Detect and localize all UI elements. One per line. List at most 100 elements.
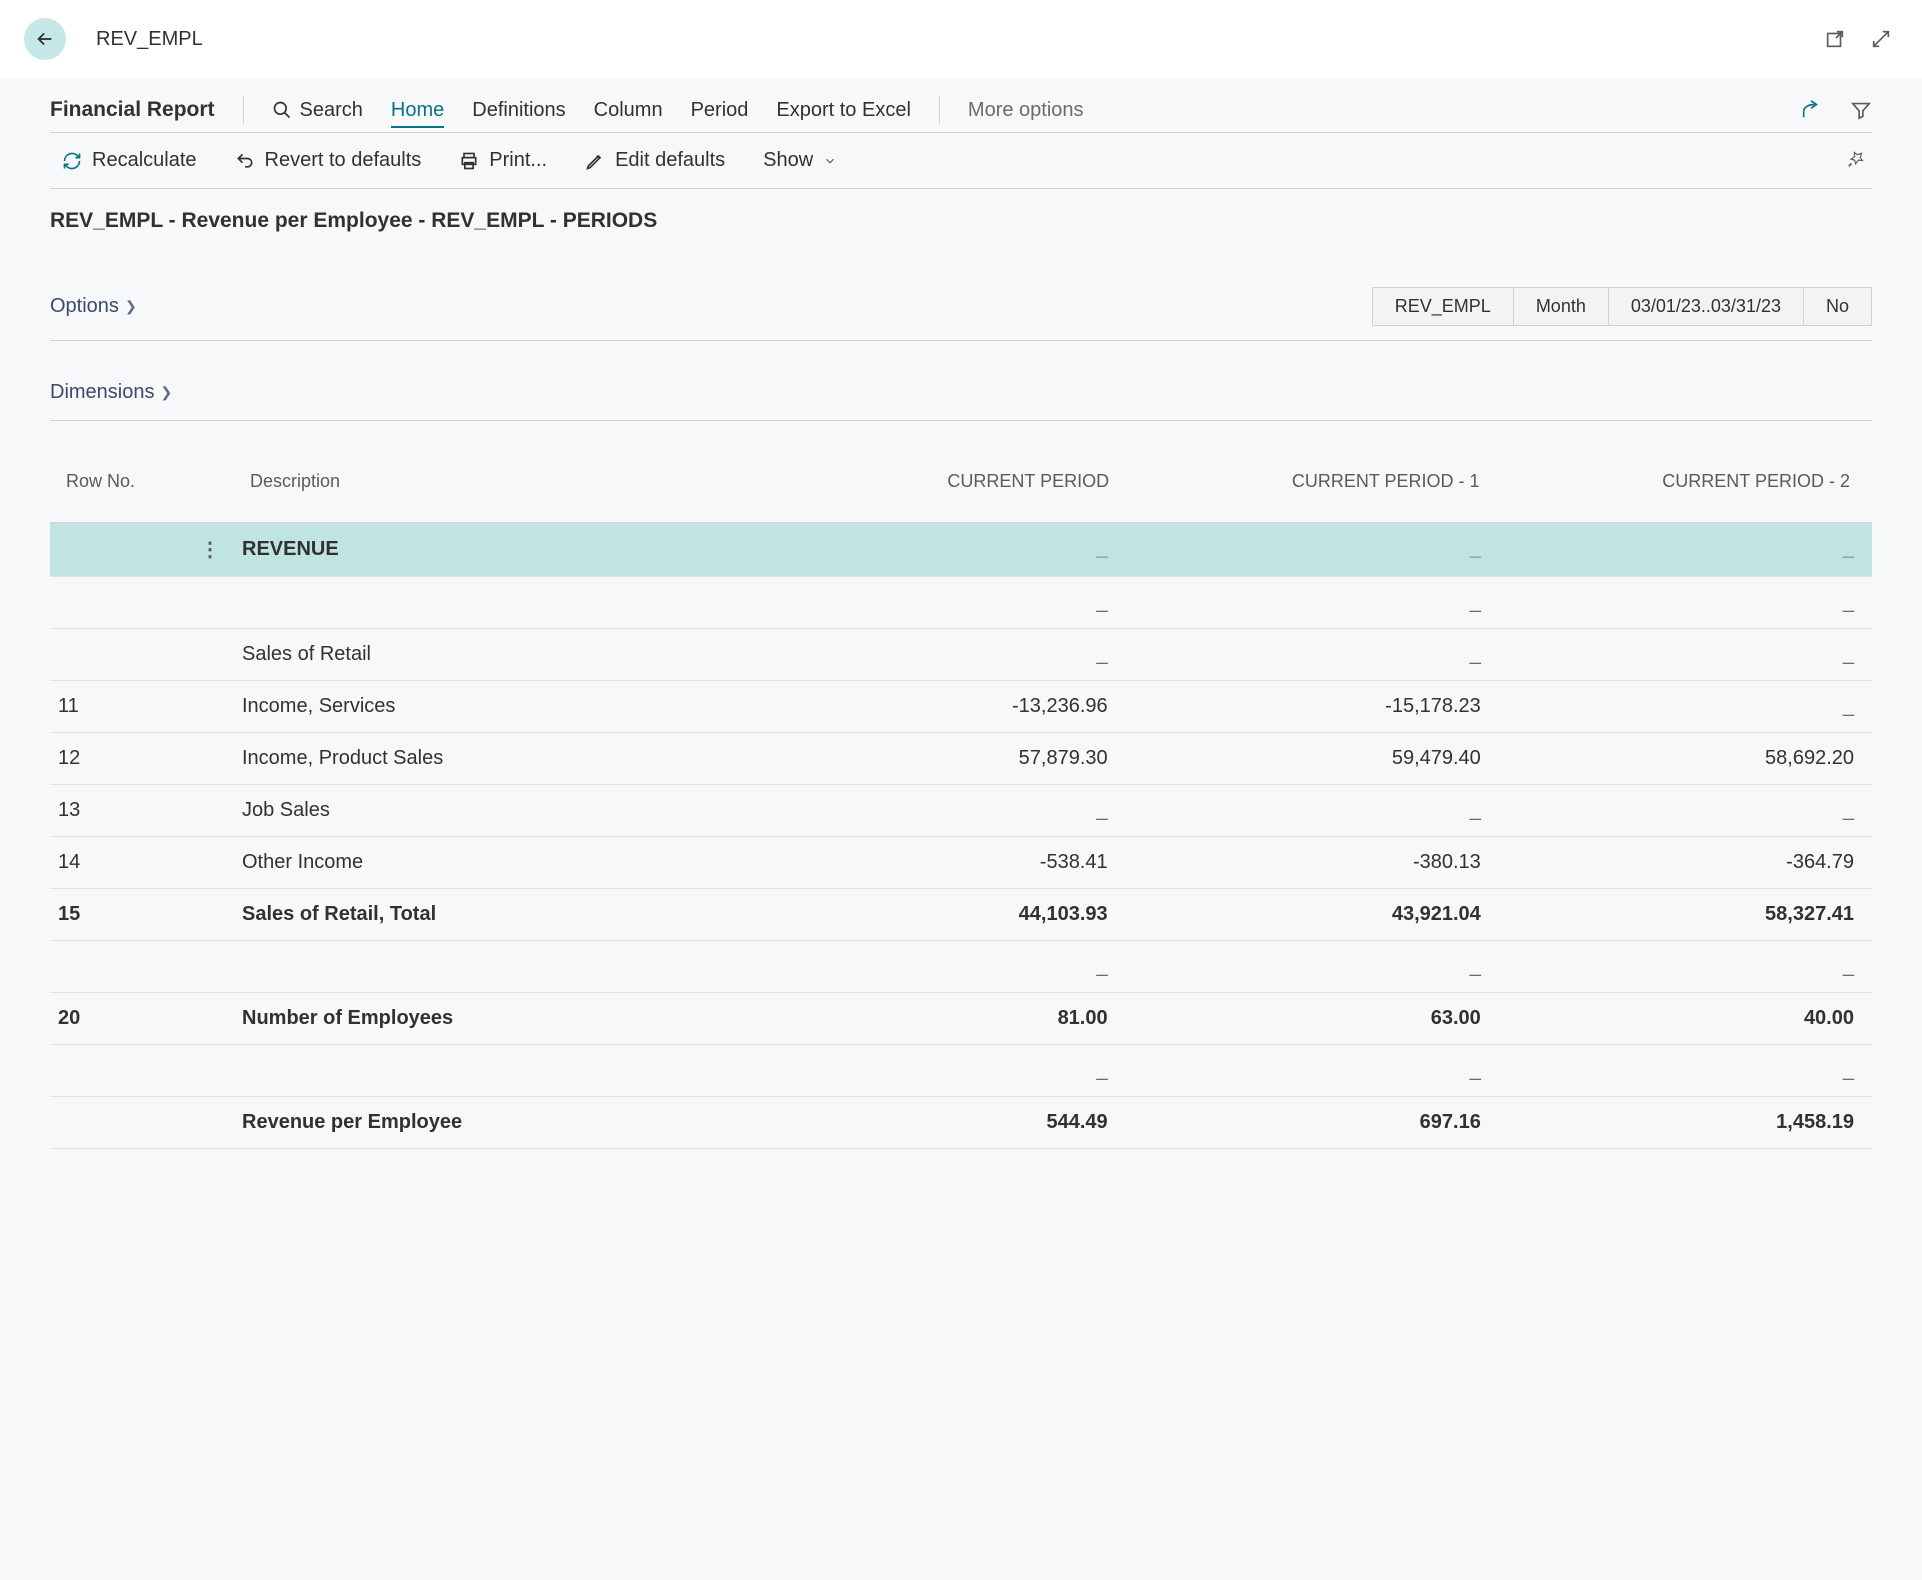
cell-current-period-2: _ [1499,1047,1872,1094]
print-button[interactable]: Print... [459,149,547,172]
col-rowno[interactable]: Row No. [58,459,198,504]
more-options-action[interactable]: More options [968,99,1084,122]
table-row[interactable]: Revenue per Employee544.49697.161,458.19 [50,1097,1872,1149]
cell-rowno [50,1111,190,1135]
cell-current-period-2: _ [1499,526,1872,573]
refresh-icon [62,151,82,171]
cell-current-period-1: _ [1126,1047,1499,1094]
cell-current-period-2: _ [1499,579,1872,626]
cell-current-period: 57,879.30 [752,735,1125,782]
cell-rowno [50,1059,190,1083]
cell-current-period-1: -15,178.23 [1126,683,1499,730]
row-menu-icon[interactable]: ⋮ [190,525,230,574]
cell-current-period-2: _ [1499,631,1872,678]
cell-description: Sales of Retail, Total [230,891,752,938]
col-current-period-1[interactable]: CURRENT PERIOD - 1 [1127,459,1497,504]
show-dropdown[interactable]: Show [763,149,837,172]
options-toggle[interactable]: Options ❯ [50,295,137,318]
table-row[interactable]: ⋮REVENUE___ [50,523,1872,577]
options-pill-period-type[interactable]: Month [1514,287,1609,326]
cell-description: Number of Employees [230,995,752,1042]
cell-current-period-1: _ [1126,579,1499,626]
revert-button[interactable]: Revert to defaults [235,149,422,172]
filter-icon[interactable] [1850,99,1872,121]
share-icon[interactable] [1800,99,1822,121]
cell-description: Income, Services [230,683,752,730]
table-row[interactable]: 12Income, Product Sales57,879.3059,479.4… [50,733,1872,785]
table-row[interactable]: ___ [50,577,1872,629]
cell-current-period-2: _ [1499,787,1872,834]
cell-description: Sales of Retail [230,631,752,678]
table-row[interactable]: Sales of Retail___ [50,629,1872,681]
row-menu-icon [190,1007,230,1031]
cell-rowno [50,591,190,615]
undo-icon [235,151,255,171]
row-menu-icon [190,695,230,719]
popout-icon[interactable] [1824,28,1846,50]
cell-current-period: 544.49 [752,1099,1125,1146]
tab-definitions[interactable]: Definitions [472,99,565,122]
cell-rowno [50,955,190,979]
row-menu-icon [190,747,230,771]
cell-description: Job Sales [230,787,752,834]
cell-current-period-1: _ [1126,787,1499,834]
expand-icon[interactable] [1870,28,1892,50]
col-current-period-2[interactable]: CURRENT PERIOD - 2 [1498,459,1868,504]
cell-description: REVENUE [230,526,752,573]
tab-period[interactable]: Period [691,99,749,122]
cell-rowno: 13 [50,787,190,834]
cell-current-period-2: 58,327.41 [1499,891,1872,938]
cell-rowno: 20 [50,995,190,1042]
edit-defaults-button[interactable]: Edit defaults [585,149,725,172]
options-pill-flag[interactable]: No [1804,287,1872,326]
page-title: REV_EMPL [96,28,203,51]
cell-current-period: -538.41 [752,839,1125,886]
chevron-right-icon: ❯ [125,298,137,315]
table-row[interactable]: 15Sales of Retail, Total44,103.9343,921.… [50,889,1872,941]
search-action[interactable]: Search [272,99,363,122]
table-row[interactable]: 13Job Sales___ [50,785,1872,837]
cell-current-period: _ [752,526,1125,573]
table-row[interactable]: 11Income, Services-13,236.96-15,178.23_ [50,681,1872,733]
options-panel: Options ❯ REV_EMPL Month 03/01/23..03/31… [50,273,1872,341]
table-header: Row No. Description CURRENT PERIOD CURRE… [50,449,1872,523]
report-subtitle: REV_EMPL - Revenue per Employee - REV_EM… [50,189,1872,243]
cell-current-period: _ [752,943,1125,990]
separator [243,96,244,124]
row-menu-icon [190,851,230,875]
title-bar: REV_EMPL [0,0,1922,78]
options-pill-date-range[interactable]: 03/01/23..03/31/23 [1609,287,1804,326]
search-icon [272,100,292,120]
search-label: Search [300,99,363,122]
tab-column[interactable]: Column [594,99,663,122]
report-table: Row No. Description CURRENT PERIOD CURRE… [50,449,1872,1149]
col-description[interactable]: Description [238,459,757,504]
cell-rowno [50,538,190,562]
cell-description: Income, Product Sales [230,735,752,782]
cell-current-period: _ [752,579,1125,626]
cell-current-period-2: -364.79 [1499,839,1872,886]
tab-home[interactable]: Home [391,99,444,128]
cell-current-period: 44,103.93 [752,891,1125,938]
table-row[interactable]: ___ [50,941,1872,993]
cell-rowno: 14 [50,839,190,886]
row-menu-icon [190,1059,230,1083]
options-pill-code[interactable]: REV_EMPL [1372,287,1514,326]
row-menu-icon [190,591,230,615]
cell-rowno: 11 [50,683,190,730]
col-current-period[interactable]: CURRENT PERIOD [757,459,1127,504]
cell-current-period-1: 697.16 [1126,1099,1499,1146]
cell-rowno: 15 [50,891,190,938]
back-button[interactable] [24,18,66,60]
cell-current-period-2: 58,692.20 [1499,735,1872,782]
recalculate-button[interactable]: Recalculate [62,149,197,172]
pin-icon[interactable] [1846,147,1868,169]
pencil-icon [585,151,605,171]
table-row[interactable]: 14Other Income-538.41-380.13-364.79 [50,837,1872,889]
chevron-down-icon [823,154,837,168]
cell-current-period: _ [752,787,1125,834]
export-excel-action[interactable]: Export to Excel [776,99,911,122]
dimensions-toggle[interactable]: Dimensions ❯ [50,381,1872,404]
table-row[interactable]: ___ [50,1045,1872,1097]
table-row[interactable]: 20Number of Employees81.0063.0040.00 [50,993,1872,1045]
